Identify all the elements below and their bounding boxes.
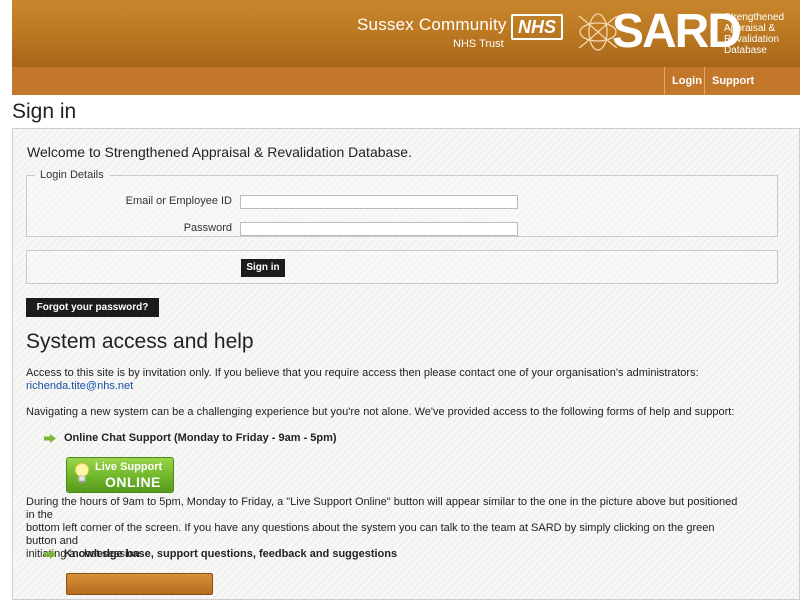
nhs-logo: NHS — [511, 14, 563, 40]
green-arrow-icon — [44, 433, 56, 443]
help-section-title: System access and help — [26, 330, 254, 353]
lightbulb-icon — [75, 463, 89, 483]
forgot-password-button[interactable]: Forgot your password? — [26, 298, 159, 317]
login-details-legend: Login Details — [40, 169, 104, 181]
main-panel: Welcome to Strengthened Appraisal & Reva… — [12, 128, 800, 600]
sign-in-button[interactable]: Sign in — [241, 259, 285, 277]
chat-support-heading: Online Chat Support (Monday to Friday - … — [44, 432, 337, 444]
password-field[interactable] — [240, 222, 518, 236]
welcome-text: Welcome to Strengthened Appraisal & Reva… — [27, 144, 412, 160]
header-banner: Sussex Community NHS Trust NHS SARD Stre… — [12, 0, 800, 67]
signin-bar: Sign in — [26, 250, 778, 284]
nav-login-link[interactable]: Login — [664, 67, 709, 95]
password-label: Password — [183, 222, 232, 234]
live-support-label: Live Support — [95, 461, 163, 473]
org-name: Sussex Community — [357, 15, 507, 34]
page-title: Sign in — [12, 100, 77, 123]
green-arrow-icon — [44, 549, 56, 559]
sard-description: Strengthened Appraisal & Revalidation Da… — [724, 12, 785, 56]
knowledge-base-button[interactable] — [66, 573, 213, 595]
email-field[interactable] — [240, 195, 518, 209]
nav-bar: Login Support Videos — [12, 67, 800, 115]
admin-email-link[interactable]: richenda.tite@nhs.net — [26, 380, 133, 392]
knowledge-base-heading: Knowledge base, support questions, feedb… — [44, 548, 397, 560]
login-details-fieldset: Login Details Email or Employee ID Passw… — [26, 169, 778, 237]
email-label: Email or Employee ID — [125, 195, 232, 207]
intro-text: Navigating a new system can be a challen… — [26, 406, 735, 418]
nav-support-videos-link[interactable]: Support Videos — [704, 67, 800, 115]
sard-logo: SARD — [612, 5, 742, 58]
access-text: Access to this site is by invitation onl… — [26, 367, 699, 392]
online-label: ONLINE — [105, 474, 161, 490]
org-sub: NHS Trust — [453, 38, 504, 50]
live-support-online-button[interactable]: Live Support ONLINE — [66, 457, 174, 493]
